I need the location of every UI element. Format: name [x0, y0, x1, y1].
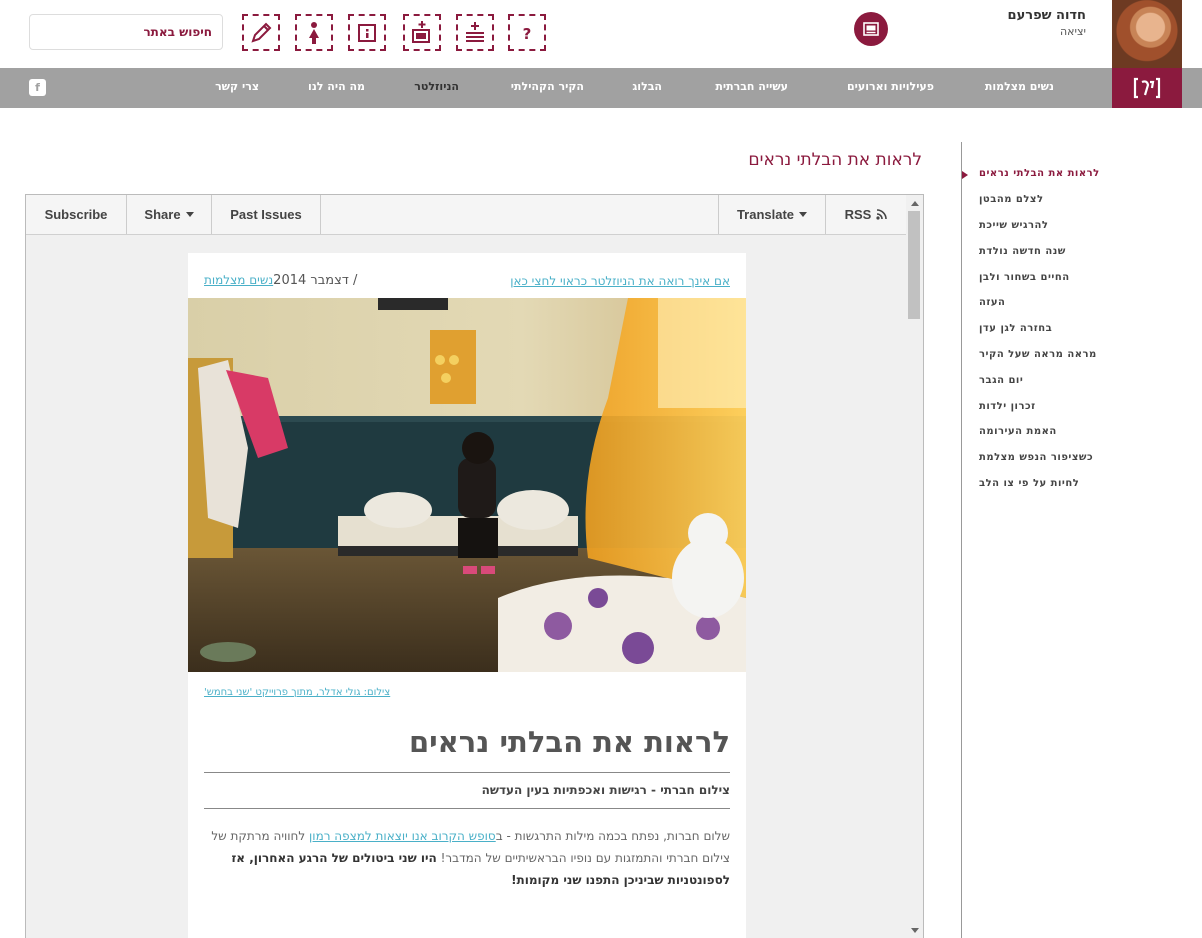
woman-icon[interactable]: [295, 14, 333, 51]
brand-link[interactable]: נשים מצלמות: [204, 273, 273, 287]
nav-item-contact[interactable]: צרי קשר: [215, 80, 259, 93]
nav-item-blog[interactable]: הבלוג: [632, 80, 662, 93]
sidebar-item-issue[interactable]: שנה חדשה נולדת: [979, 246, 1066, 257]
translate-button[interactable]: Translate: [718, 195, 825, 234]
rss-label: RSS: [844, 207, 872, 222]
chevron-down-icon: [799, 212, 808, 217]
help-icon[interactable]: ?: [508, 14, 546, 51]
site-logo[interactable]: [1112, 68, 1182, 108]
trip-link[interactable]: סופש הקרוב אנו יוצאות למצפה רמון: [309, 829, 496, 843]
share-label: Share: [144, 207, 181, 222]
sidebar-item-issue[interactable]: להרגיש שייכת: [979, 220, 1048, 231]
newsletter-frame: Subscribe Share Past Issues Translate RS…: [25, 194, 924, 938]
sidebar-item-issue[interactable]: החיים בשחור ולבן: [979, 272, 1070, 283]
edit-icon[interactable]: [242, 14, 280, 51]
nav-item-women-photographers[interactable]: נשים מצלמות: [985, 80, 1054, 93]
subscribe-button[interactable]: Subscribe: [26, 195, 127, 234]
user-name[interactable]: חדוה שפרעם: [1008, 8, 1086, 23]
nav-item-archive[interactable]: מה היה לנו: [308, 80, 365, 93]
page-title: לראות את הבלתי נראים: [748, 150, 922, 170]
scroll-up-icon[interactable]: [911, 201, 919, 206]
newsletter-body: אם אינך רואה את הניוזלטר כראוי לחצי כאן …: [188, 253, 746, 938]
scrollbar[interactable]: [906, 195, 923, 938]
user-avatar[interactable]: [1112, 0, 1182, 68]
add-list-icon[interactable]: [456, 14, 494, 51]
photo-credit-link[interactable]: צילום: גולי אדלר, מתוך פרוייקט 'שני בחמש…: [204, 687, 390, 698]
sidebar-item-issue[interactable]: מראה מראה שעל הקיר: [979, 349, 1097, 360]
view-in-browser-link[interactable]: אם אינך רואה את הניוזלטר כראוי לחצי כאן: [510, 274, 730, 288]
rss-icon: [876, 209, 888, 220]
info-frame-icon[interactable]: [348, 14, 386, 51]
main-nav: נשים מצלמות פעילויות וארועים עשייה חברתי…: [0, 68, 1202, 108]
svg-text:?: ?: [523, 25, 532, 43]
search-input[interactable]: [29, 14, 223, 50]
facebook-icon[interactable]: f: [29, 79, 46, 96]
nav-item-social-action[interactable]: עשייה חברתית: [715, 80, 788, 93]
scrollbar-thumb[interactable]: [908, 211, 920, 319]
add-image-icon[interactable]: [403, 14, 441, 51]
scroll-down-icon[interactable]: [911, 928, 919, 933]
nav-item-activities[interactable]: פעילויות וארועים: [847, 80, 934, 93]
sidebar-item-issue[interactable]: לצלם מהבטן: [979, 194, 1044, 205]
chevron-down-icon: [185, 212, 194, 217]
logout-link[interactable]: יציאה: [1060, 25, 1086, 38]
site-header: חדוה שפרעם יציאה ?: [0, 0, 1202, 68]
sidebar-item-issue[interactable]: האמת העירומה: [979, 426, 1057, 437]
sidebar-item-issue[interactable]: העזה: [979, 297, 1005, 308]
newsletter-title: לראות את הבלתי נראים: [408, 725, 730, 759]
past-issues-label: Past Issues: [230, 207, 302, 222]
sidebar-divider: [961, 142, 962, 938]
nav-item-community-wall[interactable]: הקיר הקהילתי: [511, 80, 584, 93]
rss-button[interactable]: RSS: [825, 195, 906, 234]
sidebar-item-issue[interactable]: בחזרה לגן עדן: [979, 323, 1052, 334]
newsletter-body-text: שלום חברות, נפתח בכמה מילות התרגשות - בס…: [204, 825, 730, 891]
body-text: שלום חברות, נפתח בכמה מילות התרגשות - ב: [495, 829, 730, 843]
newsletter-subtitle: צילום חברתי - רגישות ואכפתיות בעין העדשה: [481, 783, 730, 797]
divider: [204, 808, 730, 809]
nav-item-newsletter[interactable]: הניוזלטר: [414, 80, 459, 93]
share-button[interactable]: Share: [127, 195, 212, 234]
sidebar-item-issue[interactable]: יום הגבר: [979, 375, 1023, 386]
active-arrow-icon: [962, 171, 968, 179]
sidebar-item-issue[interactable]: לראות את הבלתי נראים: [979, 168, 1100, 179]
translate-label: Translate: [736, 207, 795, 222]
gallery-icon[interactable]: [854, 12, 888, 46]
date-text: / דצמבר 2014: [273, 273, 358, 288]
issue-date: / דצמבר 2014נשים מצלמות: [204, 273, 357, 288]
subscribe-label: Subscribe: [44, 207, 108, 222]
newsletter-toolbar: Subscribe Share Past Issues Translate RS…: [26, 195, 923, 235]
sidebar-item-issue[interactable]: כשציפור הנפש מצלמת: [979, 452, 1093, 463]
hero-photo: [188, 298, 746, 672]
divider: [204, 772, 730, 773]
sidebar-item-issue[interactable]: לחיות על פי צו הלב: [979, 478, 1079, 489]
sidebar-item-issue[interactable]: זכרון ילדות: [979, 401, 1036, 412]
past-issues-button[interactable]: Past Issues: [212, 195, 321, 234]
